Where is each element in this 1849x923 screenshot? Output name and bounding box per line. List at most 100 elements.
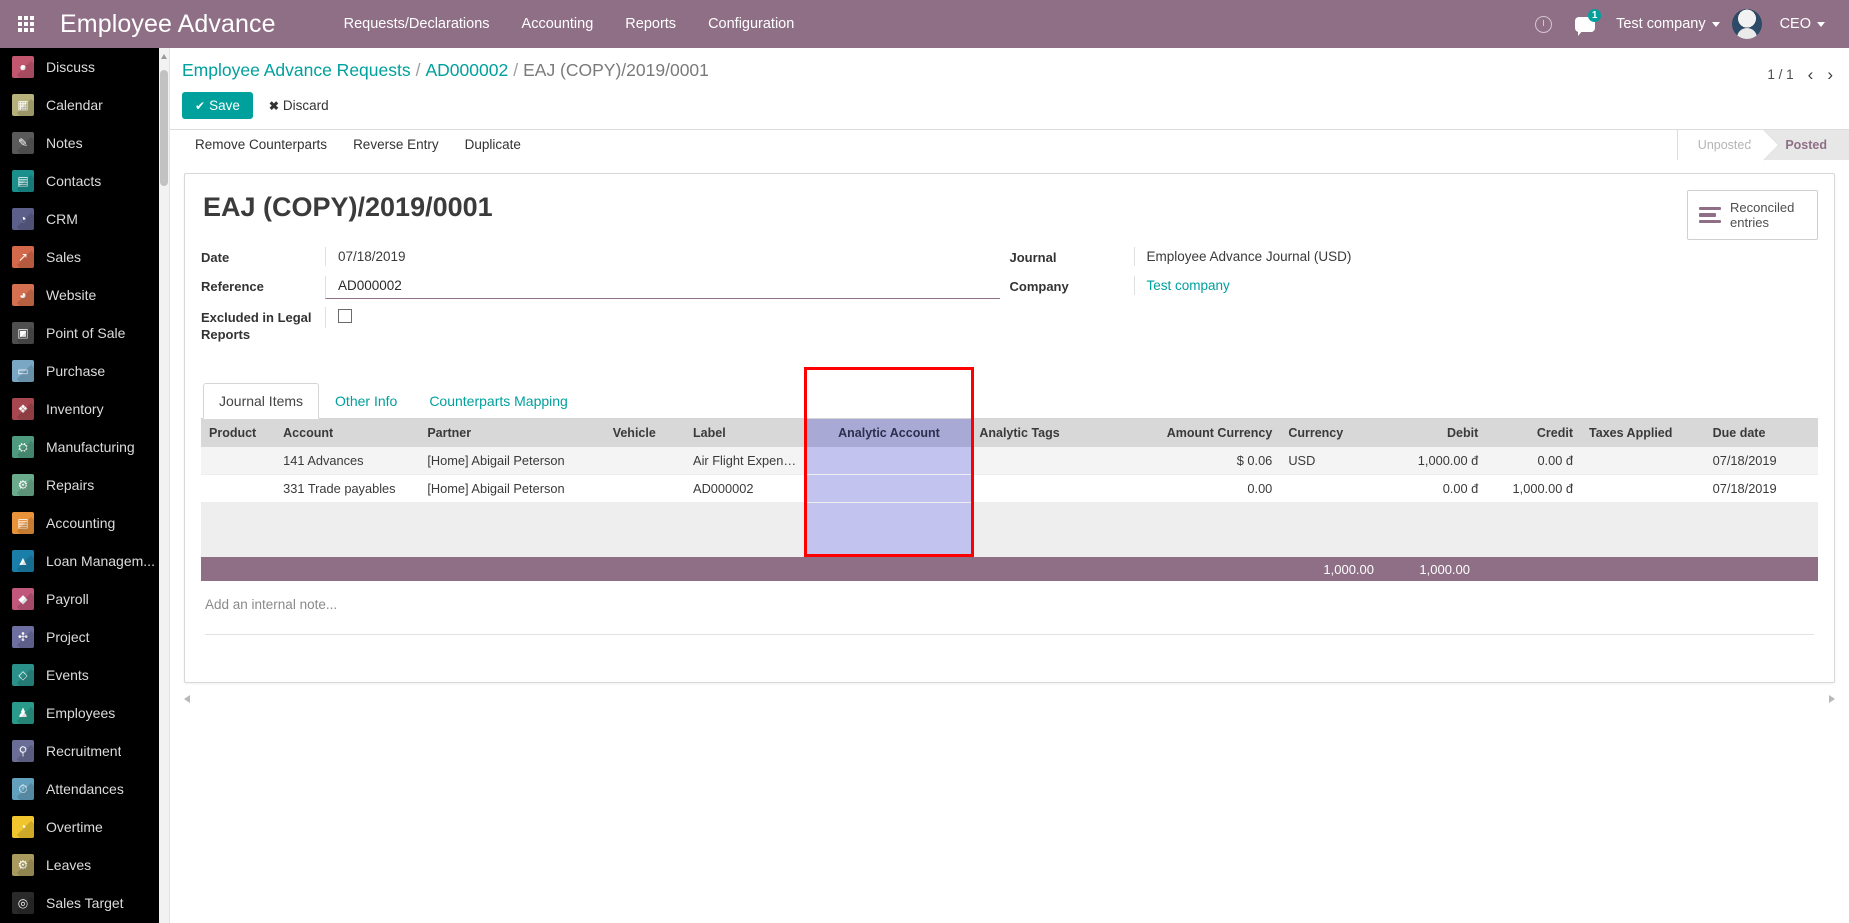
- cell-empty[interactable]: [1486, 502, 1582, 530]
- sidebar-item-contacts[interactable]: ▤ Contacts: [0, 162, 159, 200]
- cell-account[interactable]: 141 Advances: [275, 447, 420, 475]
- cell-empty[interactable]: [275, 502, 420, 530]
- cell-currency[interactable]: USD: [1280, 447, 1373, 475]
- sidebar-item-employees[interactable]: ♟ Employees: [0, 694, 159, 732]
- tab-other-info[interactable]: Other Info: [319, 383, 413, 419]
- sidebar-item-payroll[interactable]: ◆ Payroll: [0, 580, 159, 618]
- cell-amount-currency[interactable]: $ 0.06: [1125, 447, 1281, 475]
- sidebar-item-inventory[interactable]: ❖ Inventory: [0, 390, 159, 428]
- reconciled-entries-button[interactable]: Reconciled entries: [1687, 190, 1818, 240]
- sidebar-item-crm[interactable]: ◔ CRM: [0, 200, 159, 238]
- cell-debit[interactable]: 0.00 đ: [1373, 474, 1487, 503]
- cell-partner[interactable]: [Home] Abigail Peterson: [419, 474, 605, 503]
- avatar[interactable]: [1731, 9, 1762, 39]
- column-header-debit[interactable]: Debit: [1373, 419, 1487, 447]
- column-header-account[interactable]: Account: [275, 419, 420, 447]
- cell-empty[interactable]: [201, 530, 276, 557]
- cell-empty[interactable]: [275, 530, 420, 557]
- column-header-product[interactable]: Product: [201, 419, 276, 447]
- cell-empty[interactable]: [971, 502, 1126, 530]
- cell-empty[interactable]: [1486, 530, 1582, 557]
- column-header-vehicle[interactable]: Vehicle: [604, 419, 686, 447]
- cell-label[interactable]: AD000002: [685, 474, 807, 503]
- sidebar-item-purchase[interactable]: ▭ Purchase: [0, 352, 159, 390]
- company-switcher[interactable]: Test company: [1608, 16, 1727, 32]
- cell-label[interactable]: Air Flight Expenses: [685, 447, 807, 475]
- cell-empty[interactable]: [1581, 502, 1705, 530]
- cell-account[interactable]: 331 Trade payables: [275, 474, 420, 503]
- table-row-empty[interactable]: [201, 530, 1818, 557]
- cell-empty[interactable]: [1125, 502, 1281, 530]
- cell-empty[interactable]: [1280, 530, 1373, 557]
- cell-empty[interactable]: [201, 502, 276, 530]
- cell-empty[interactable]: [971, 530, 1126, 557]
- horizontal-scrollbar[interactable]: [184, 693, 1835, 705]
- cell-product[interactable]: [201, 474, 276, 503]
- sidebar-item-project[interactable]: ✣ Project: [0, 618, 159, 656]
- cell-currency[interactable]: [1280, 474, 1373, 503]
- cell-vehicle[interactable]: [604, 447, 686, 475]
- cell-empty[interactable]: [1704, 502, 1818, 530]
- internal-note-input[interactable]: Add an internal note...: [201, 581, 1818, 628]
- cell-vehicle[interactable]: [604, 474, 686, 503]
- sidebar-item-recruitment[interactable]: ⚲ Recruitment: [0, 732, 159, 770]
- sidebar-item-point-of-sale[interactable]: ▣ Point of Sale: [0, 314, 159, 352]
- messages-icon[interactable]: 1: [1566, 0, 1604, 48]
- excluded-legal-reports-checkbox[interactable]: [338, 309, 352, 323]
- cell-due-date[interactable]: 07/18/2019: [1704, 474, 1818, 503]
- sidebar-item-sales[interactable]: ↗ Sales: [0, 238, 159, 276]
- sidebar-item-events[interactable]: ◇ Events: [0, 656, 159, 694]
- sidebar-item-notes[interactable]: ✎ Notes: [0, 124, 159, 162]
- menu-reports[interactable]: Reports: [609, 0, 692, 48]
- save-button[interactable]: ✔ Save: [182, 92, 253, 119]
- field-company-value[interactable]: Test company: [1133, 276, 1819, 295]
- cell-debit[interactable]: 1,000.00 đ: [1373, 447, 1487, 475]
- cell-taxes-applied[interactable]: [1581, 447, 1705, 475]
- column-header-credit[interactable]: Credit: [1486, 419, 1582, 447]
- field-journal-value[interactable]: Employee Advance Journal (USD): [1133, 247, 1819, 266]
- reference-input[interactable]: AD000002: [325, 276, 1000, 299]
- table-row[interactable]: 141 Advances [Home] Abigail Peterson Air F…: [201, 447, 1818, 475]
- column-header-taxes-applied[interactable]: Taxes Applied: [1581, 419, 1705, 447]
- sidebar-item-accounting[interactable]: ▤ Accounting: [0, 504, 159, 542]
- column-header-label[interactable]: Label: [685, 419, 807, 447]
- cell-empty[interactable]: [1704, 530, 1818, 557]
- cell-product[interactable]: [201, 447, 276, 475]
- column-header-due-date[interactable]: Due date: [1704, 419, 1818, 447]
- menu-configuration[interactable]: Configuration: [692, 0, 810, 48]
- column-header-amount-currency[interactable]: Amount Currency: [1125, 419, 1281, 447]
- activity-clock-icon[interactable]: [1524, 0, 1562, 48]
- column-header-analytic-tags[interactable]: Analytic Tags: [971, 419, 1126, 447]
- tab-journal-items[interactable]: Journal Items: [203, 383, 320, 419]
- cell-empty[interactable]: [1373, 530, 1487, 557]
- menu-accounting[interactable]: Accounting: [506, 0, 610, 48]
- table-row[interactable]: 331 Trade payables [Home] Abigail Peterso…: [201, 474, 1818, 503]
- breadcrumb-root-link[interactable]: Employee Advance Requests: [182, 60, 411, 80]
- cell-taxes-applied[interactable]: [1581, 474, 1705, 503]
- scroll-right-arrow-icon[interactable]: [1829, 695, 1835, 703]
- cell-analytic-tags[interactable]: [971, 447, 1126, 475]
- sidebar-item-overtime[interactable]: ◔ Overtime: [0, 808, 159, 846]
- breadcrumb-parent-link[interactable]: AD000002: [426, 60, 509, 80]
- discard-button[interactable]: ✖ Discard: [267, 92, 331, 119]
- cell-empty[interactable]: [685, 502, 807, 530]
- cell-empty[interactable]: [604, 502, 686, 530]
- cell-empty[interactable]: [419, 530, 605, 557]
- remove-counterparts-button[interactable]: Remove Counterparts: [182, 130, 340, 159]
- cell-empty[interactable]: [1581, 530, 1705, 557]
- cell-analytic-tags[interactable]: [971, 474, 1126, 503]
- cell-empty[interactable]: [419, 502, 605, 530]
- reverse-entry-button[interactable]: Reverse Entry: [340, 130, 452, 159]
- sidebar-item-leaves[interactable]: ⚙ Leaves: [0, 846, 159, 884]
- cell-analytic-account[interactable]: [806, 474, 972, 503]
- user-menu[interactable]: CEO: [1772, 16, 1833, 32]
- apps-grid-icon[interactable]: [0, 0, 52, 48]
- sidebar-item-manufacturing[interactable]: ⛭ Manufacturing: [0, 428, 159, 466]
- cell-empty[interactable]: [1125, 530, 1281, 557]
- scrollbar-thumb[interactable]: [160, 70, 168, 186]
- cell-credit[interactable]: 1,000.00 đ: [1486, 474, 1582, 503]
- column-header-analytic-account[interactable]: Analytic Account: [806, 419, 972, 447]
- sidebar-item-loan-managem[interactable]: ▲ Loan Managem...: [0, 542, 159, 580]
- cell-empty[interactable]: [1373, 502, 1487, 530]
- cell-analytic-account[interactable]: [806, 447, 972, 475]
